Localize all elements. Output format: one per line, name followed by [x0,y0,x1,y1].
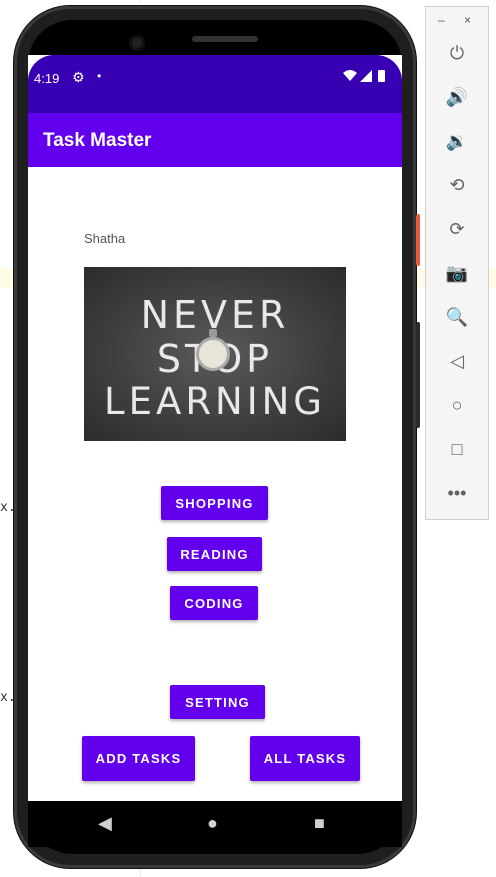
rotate-right-icon[interactable]: ⟳ [426,219,488,240]
add-tasks-button[interactable]: ADD TASKS [82,736,195,781]
setting-button[interactable]: SETTING [170,685,265,719]
close-icon[interactable]: × [464,13,471,27]
never-stop-learning-image: NEVER STOP LEARNING [84,267,346,441]
status-time: 4:19 [34,71,60,86]
system-status-icons [342,69,394,86]
reading-button[interactable]: READING [167,537,262,571]
volume-up-icon[interactable]: 🔊 [426,87,488,108]
stopwatch-crown [209,329,217,337]
more-icon[interactable]: ••• [426,483,488,504]
front-camera [129,35,145,51]
all-tasks-button[interactable]: ALL TASKS [250,736,360,781]
phone-volume-button[interactable] [416,322,420,428]
rotate-left-icon[interactable]: ⟲ [426,175,488,196]
gear-icon: ⚙ [72,69,85,85]
back-icon[interactable]: ◁ [426,351,488,372]
earpiece-speaker [192,36,258,42]
username-label: Shatha [84,231,126,246]
overview-icon[interactable]: □ [426,439,488,460]
power-icon[interactable]: ⏻ [426,43,488,64]
volume-down-icon[interactable]: 🔉 [426,131,488,152]
app-bar: Task Master [28,113,402,167]
shopping-button[interactable]: SHOPPING [161,486,268,520]
notification-dot: • [97,69,102,83]
hero-text-line: LEARNING [104,380,326,423]
minimize-icon[interactable]: – [438,13,445,27]
navigation-bar: ◀ ● ■ [28,801,402,847]
phone-power-button[interactable] [416,214,420,266]
zoom-icon[interactable]: 🔍 [426,307,488,328]
status-bar: 4:19 ⚙ • [28,55,402,113]
panel-title-bar: – × [426,11,488,31]
main-content: Shatha NEVER STOP LEARNING SHOPPING READ… [28,167,402,801]
home-icon[interactable]: ● [207,813,218,834]
emulator-controls-panel: – × ⏻ 🔊 🔉 ⟲ ⟳ 📷 🔍 ◁ ○ □ ••• [425,6,489,520]
wifi-signal-battery-icon [343,70,385,82]
device-screen: 4:19 ⚙ • Task Master Shatha NEVER STOP L… [28,55,402,801]
recents-icon[interactable]: ■ [314,813,325,834]
coding-button[interactable]: CODING [170,586,258,620]
camera-icon[interactable]: 📷 [426,263,488,284]
back-icon[interactable]: ◀ [98,813,112,834]
home-icon[interactable]: ○ [426,395,488,416]
stopwatch-icon [196,337,230,371]
app-title: Task Master [43,130,152,151]
